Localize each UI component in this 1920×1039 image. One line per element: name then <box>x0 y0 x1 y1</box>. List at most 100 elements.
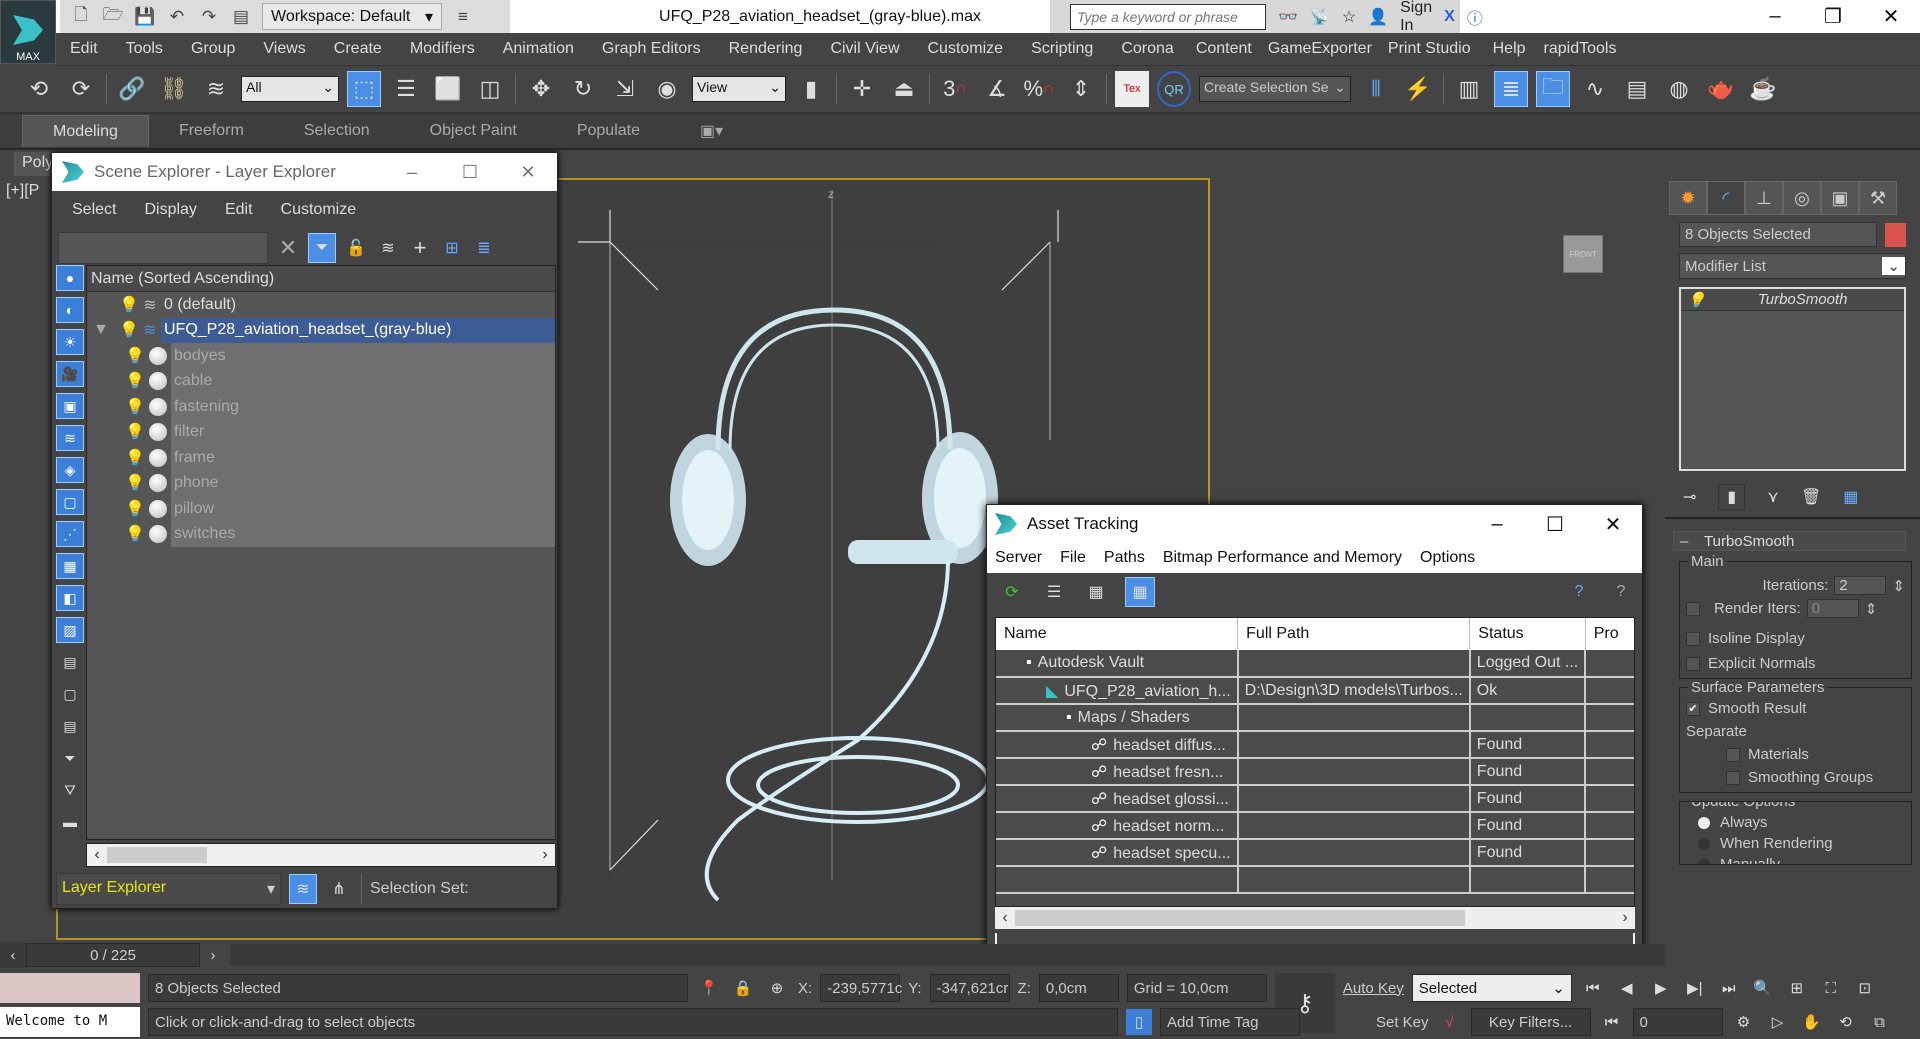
redo-icon[interactable]: ⟳ <box>64 71 98 107</box>
lightbulb-icon[interactable]: 💡 <box>125 499 145 519</box>
track-bar[interactable] <box>230 944 1665 966</box>
add-icon[interactable]: + <box>408 230 432 266</box>
modify-tab-icon[interactable]: ◜ <box>1707 181 1745 215</box>
spinner-snap-icon[interactable]: ⇕ <box>1064 71 1098 107</box>
menu-animation[interactable]: Animation <box>489 40 588 58</box>
lightbulb-icon[interactable]: 💡 <box>125 371 145 391</box>
configure-modifier-sets-icon[interactable]: ▦ <box>1843 487 1858 507</box>
layer-explorer-icon[interactable]: ≣ <box>1494 71 1528 107</box>
lightbulb-icon[interactable]: 💡 <box>125 524 145 544</box>
time-slider-thumb[interactable]: 0 / 225 <box>26 943 200 967</box>
key-mode-toggle-icon[interactable]: ⏮ <box>1599 1009 1625 1035</box>
new-layer-icon[interactable]: ≋ <box>376 230 400 266</box>
lights-filter-icon[interactable]: ☀ <box>56 329 84 355</box>
rectangular-selection-icon[interactable]: ⬜ <box>431 71 465 107</box>
app-menu-button[interactable]: MAX <box>0 0 56 64</box>
customize-qat-icon[interactable]: ≡ <box>452 6 474 28</box>
make-unique-icon[interactable]: ⋎ <box>1767 487 1779 507</box>
undo-icon[interactable]: ↶ <box>166 6 188 28</box>
time-tag-icon[interactable]: ▯ <box>1126 1009 1152 1035</box>
column-name[interactable]: Name <box>996 618 1239 650</box>
table-row[interactable]: ▪ Autodesk Vault Logged Out ... <box>996 650 1634 678</box>
select-by-name-icon[interactable]: ☰ <box>389 71 423 107</box>
current-frame-spinner[interactable]: 0 <box>1632 1008 1723 1036</box>
remove-modifier-icon[interactable]: 🗑 <box>1801 487 1821 507</box>
horizontal-scrollbar[interactable]: ‹ › <box>995 907 1635 929</box>
object-color-swatch[interactable] <box>1884 222 1906 247</box>
scene-explorer-toggle-icon[interactable]: ▥ <box>1452 71 1486 107</box>
close-icon[interactable]: ✕ <box>499 156 557 189</box>
previous-frame-icon[interactable]: ‹ <box>0 942 26 968</box>
tab-modeling[interactable]: Modeling <box>22 115 149 147</box>
menu-file[interactable]: File <box>1060 549 1086 567</box>
favorites-star-icon[interactable]: ☆ <box>1342 7 1356 27</box>
hidden-filter-icon[interactable]: ▨ <box>56 617 84 643</box>
utilities-tab-icon[interactable]: ⚒ <box>1859 181 1897 215</box>
menu-server[interactable]: Server <box>995 549 1042 567</box>
column-header-name[interactable]: Name (Sorted Ascending) <box>87 266 555 292</box>
horizontal-scrollbar[interactable]: ‹ › <box>86 843 556 867</box>
percent-snap-icon[interactable]: % ∩ <box>1022 71 1056 107</box>
named-selection-sets-dropdown[interactable]: Create Selection Se ⌄ <box>1199 76 1351 102</box>
motion-tab-icon[interactable]: ◎ <box>1783 181 1821 215</box>
orbit-icon[interactable]: ⟲ <box>1833 1009 1859 1035</box>
object-row[interactable]: 💡 filter <box>87 419 555 445</box>
menu-group[interactable]: Group <box>177 40 249 58</box>
align-icon[interactable]: ⚡ <box>1401 71 1435 107</box>
window-crossing-icon[interactable]: ◫ <box>473 71 507 107</box>
auto-key-button[interactable]: Auto Key <box>1343 980 1404 997</box>
menu-create[interactable]: Create <box>320 40 396 58</box>
keyword-search-input[interactable] <box>1070 3 1266 30</box>
table-row[interactable]: ☍ headset glossi... Found <box>996 785 1634 813</box>
rotate-icon[interactable]: ↻ <box>566 71 600 107</box>
close-icon[interactable]: ✕ <box>1862 0 1920 33</box>
select-object-icon[interactable]: ⬚ <box>347 71 381 107</box>
material-editor-icon[interactable]: ◍ <box>1662 71 1696 107</box>
scroll-thumb[interactable] <box>1015 910 1465 926</box>
table-view-icon[interactable]: ▦ <box>1125 577 1155 607</box>
help-icon[interactable]: ⓘ <box>1467 5 1483 29</box>
new-file-icon[interactable]: 🗋 <box>70 5 92 28</box>
layer-row[interactable]: 💡 ≋ 0 (default) <box>87 292 555 318</box>
snaps-toggle-icon[interactable]: 3 ∩ <box>938 71 972 107</box>
menu-edit[interactable]: Edit <box>56 40 112 58</box>
previous-key-icon[interactable]: ◀ <box>1614 975 1640 1001</box>
table-row[interactable]: ☍ headset specu... Found <box>996 839 1634 867</box>
next-frame-icon[interactable]: › <box>200 942 226 968</box>
reference-coordinate-dropdown[interactable]: View ⌄ <box>692 76 786 102</box>
smooth-result-checkbox[interactable]: ✔ <box>1686 701 1700 716</box>
maximize-icon[interactable]: ☐ <box>441 156 499 189</box>
lightbulb-icon[interactable]: 💡 <box>119 320 139 340</box>
containers-filter-icon[interactable]: ▦ <box>56 553 84 579</box>
geometry-filter-icon[interactable]: ● <box>56 265 84 291</box>
select-layer-icon[interactable]: ≣ <box>472 230 496 266</box>
tab-selection[interactable]: Selection <box>274 115 400 147</box>
spinner-arrows-icon[interactable]: ⇕ <box>1865 600 1878 618</box>
menu-customize[interactable]: Customize <box>267 201 371 219</box>
lightbulb-icon[interactable]: 💡 <box>119 295 139 315</box>
menu-display[interactable]: Display <box>130 201 210 219</box>
key-filters-button[interactable]: Key Filters... <box>1470 1008 1591 1036</box>
object-name-field[interactable]: 8 Objects Selected <box>1679 222 1877 247</box>
menu-select[interactable]: Select <box>58 201 130 219</box>
zoom-icon[interactable]: 🔍 <box>1750 975 1776 1001</box>
zoom-all-icon[interactable]: ⊞ <box>1784 975 1810 1001</box>
table-row[interactable]: ☍ headset fresn... Found <box>996 758 1634 786</box>
explorer-type-dropdown[interactable]: Layer Explorer ▾ <box>56 873 281 905</box>
menu-bitmap-performance[interactable]: Bitmap Performance and Memory <box>1163 549 1402 567</box>
manually-radio[interactable] <box>1698 858 1710 864</box>
set-key-button[interactable]: Set Key <box>1376 1014 1429 1031</box>
column-full-path[interactable]: Full Path <box>1237 618 1471 650</box>
placement-icon[interactable]: ◉ <box>650 71 684 107</box>
minimize-icon[interactable]: – <box>1468 508 1526 541</box>
render-setup-icon[interactable]: 🫖 <box>1704 71 1738 107</box>
toggle-ribbon-icon[interactable]: 🗀 <box>1536 71 1570 107</box>
sort-icon[interactable]: ▬ <box>56 809 84 835</box>
select-children-icon[interactable]: ⊞ <box>440 230 464 266</box>
always-radio[interactable] <box>1698 816 1710 829</box>
scroll-right-icon[interactable]: › <box>535 846 555 864</box>
viewport-label[interactable]: [+][P <box>6 182 39 200</box>
select-manipulate-icon[interactable]: ✛ <box>845 71 879 107</box>
render-iters-checkbox[interactable] <box>1686 601 1700 616</box>
list-view-icon[interactable]: ☰ <box>1041 574 1067 610</box>
